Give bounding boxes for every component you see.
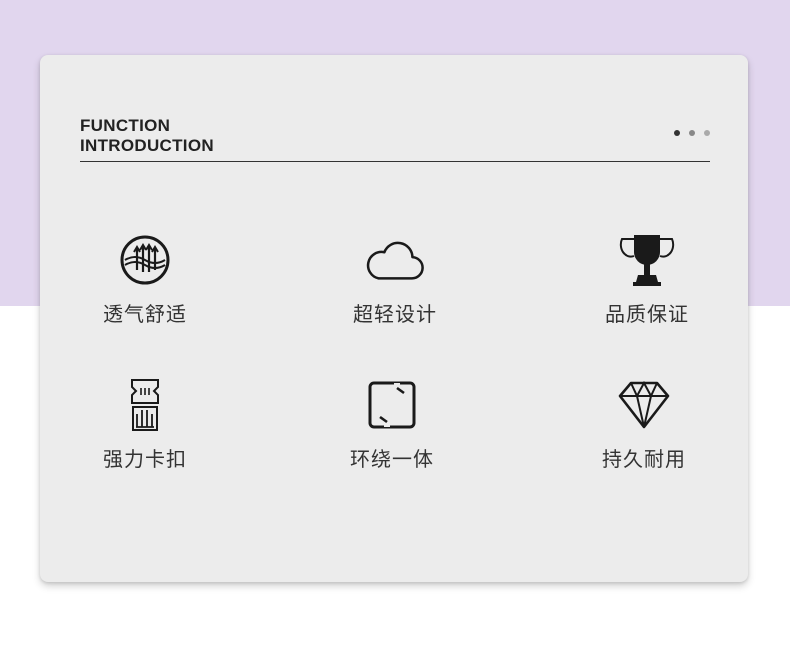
feature-label: 透气舒适 xyxy=(103,302,187,326)
feature-ultralight: 超轻设计 xyxy=(315,232,475,342)
trophy-icon xyxy=(617,232,677,288)
function-card: FUNCTION INTRODUCTION 透气舒适 超轻设计 品质保证 强力卡… xyxy=(40,55,748,582)
pager-dot-2[interactable] xyxy=(689,130,695,136)
heading-line-2: INTRODUCTION xyxy=(80,136,214,155)
feature-durable: 持久耐用 xyxy=(564,377,724,487)
heading-line-1: FUNCTION xyxy=(80,116,171,135)
cloud-icon xyxy=(365,232,425,288)
pager-dot-3[interactable] xyxy=(704,130,710,136)
feature-label: 超轻设计 xyxy=(353,302,437,326)
feature-label: 持久耐用 xyxy=(602,447,686,471)
feature-buckle: 强力卡扣 xyxy=(65,377,225,487)
breathable-icon xyxy=(115,232,175,288)
pager-dot-1[interactable] xyxy=(674,130,680,136)
feature-breathable: 透气舒适 xyxy=(65,232,225,342)
buckle-icon xyxy=(115,377,175,433)
feature-quality: 品质保证 xyxy=(567,232,727,342)
wrap-around-icon xyxy=(362,377,422,433)
feature-label: 环绕一体 xyxy=(350,447,434,471)
feature-label: 强力卡扣 xyxy=(103,447,187,471)
feature-wraparound: 环绕一体 xyxy=(312,377,472,487)
section-heading: FUNCTION INTRODUCTION xyxy=(80,116,214,156)
feature-label: 品质保证 xyxy=(605,302,689,326)
heading-divider xyxy=(80,161,710,162)
diamond-icon xyxy=(614,377,674,433)
